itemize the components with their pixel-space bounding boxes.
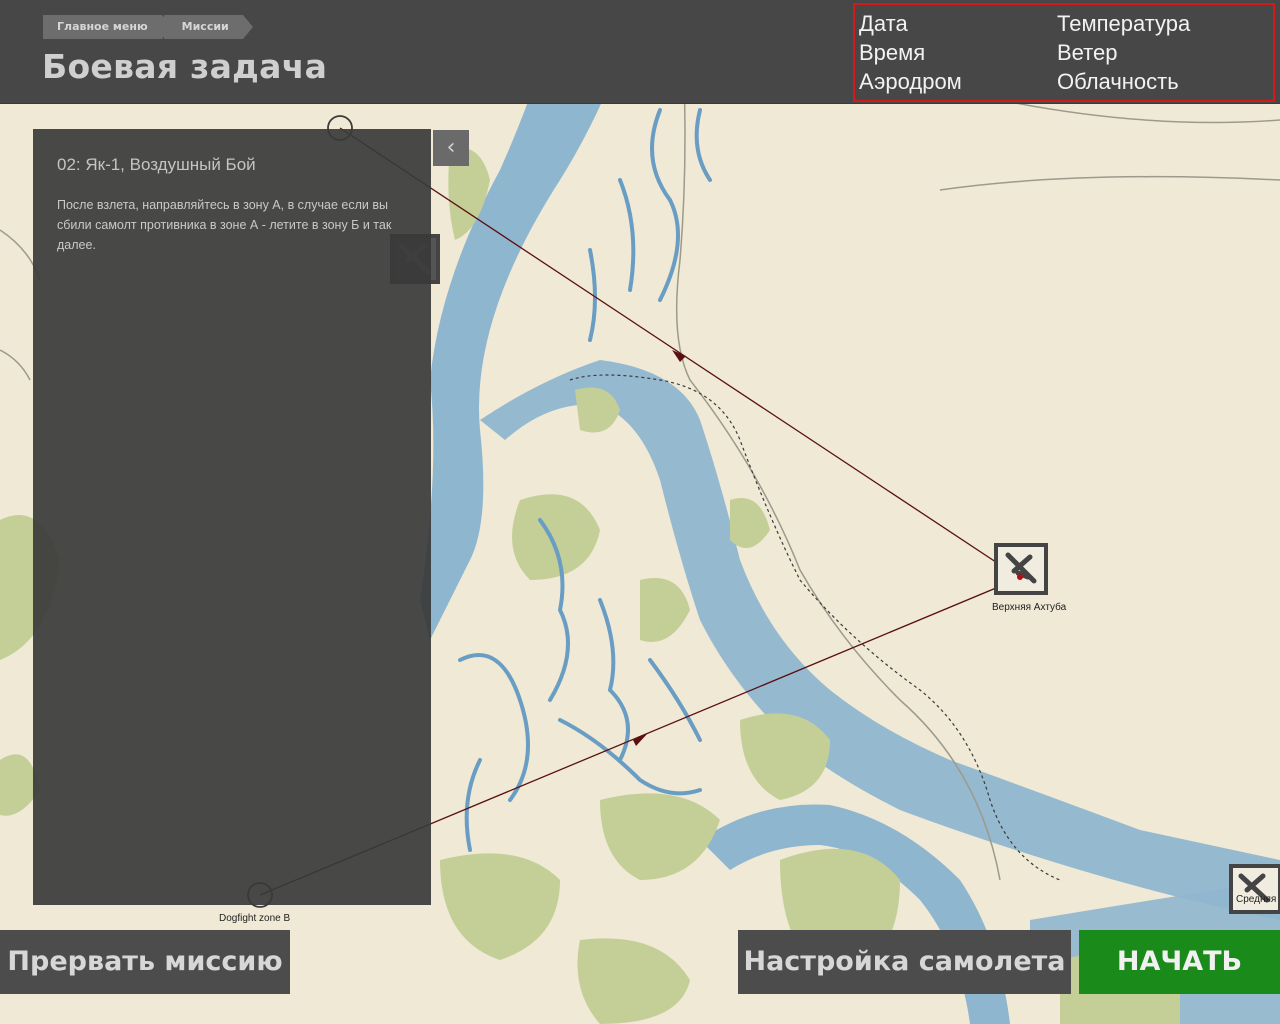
start-button[interactable]: НАЧАТЬ [1079, 930, 1280, 994]
breadcrumb: Главное меню Миссии [43, 15, 253, 39]
airfield-plane-icon [994, 543, 1048, 595]
airfield-main-label: Верхняя Ахтуба [992, 602, 1067, 613]
page-title: Боевая задача [42, 47, 328, 86]
airfield-plane-icon [1229, 864, 1280, 914]
chevron-left-icon: ‹ [446, 135, 456, 160]
collapse-panel-button[interactable]: ‹ [433, 130, 469, 166]
abort-mission-button[interactable]: Прервать миссию [0, 930, 290, 994]
airfield-label: Аэродром [859, 69, 962, 94]
breadcrumb-main-menu[interactable]: Главное меню [43, 15, 172, 39]
top-bar: Главное меню Миссии Боевая задача Дата В… [0, 0, 1280, 104]
clouds-label: Облачность [1057, 69, 1179, 94]
zone-b-label: Dogfight zone B [219, 913, 291, 924]
airfield-right-label: Средняя [1236, 894, 1277, 905]
time-label: Время [859, 40, 926, 65]
mission-description: После взлета, направляйтесь в зону А, в … [57, 198, 392, 252]
briefing-panel: 02: Як-1, Воздушный Бой После взлета, на… [33, 129, 431, 905]
plane-setup-button[interactable]: Настройка самолета [738, 930, 1071, 994]
airfield-marker-right[interactable] [1229, 864, 1280, 914]
mission-title: 02: Як-1, Воздушный Бой [57, 155, 256, 174]
temperature-label: Температура [1057, 11, 1191, 36]
breadcrumb-missions[interactable]: Миссии [163, 15, 253, 39]
weather-info-panel: Дата Время Аэродром Температура Ветер Об… [853, 3, 1275, 102]
airfield-marker-main[interactable] [994, 543, 1048, 595]
date-label: Дата [859, 11, 908, 36]
wind-label: Ветер [1057, 40, 1118, 65]
